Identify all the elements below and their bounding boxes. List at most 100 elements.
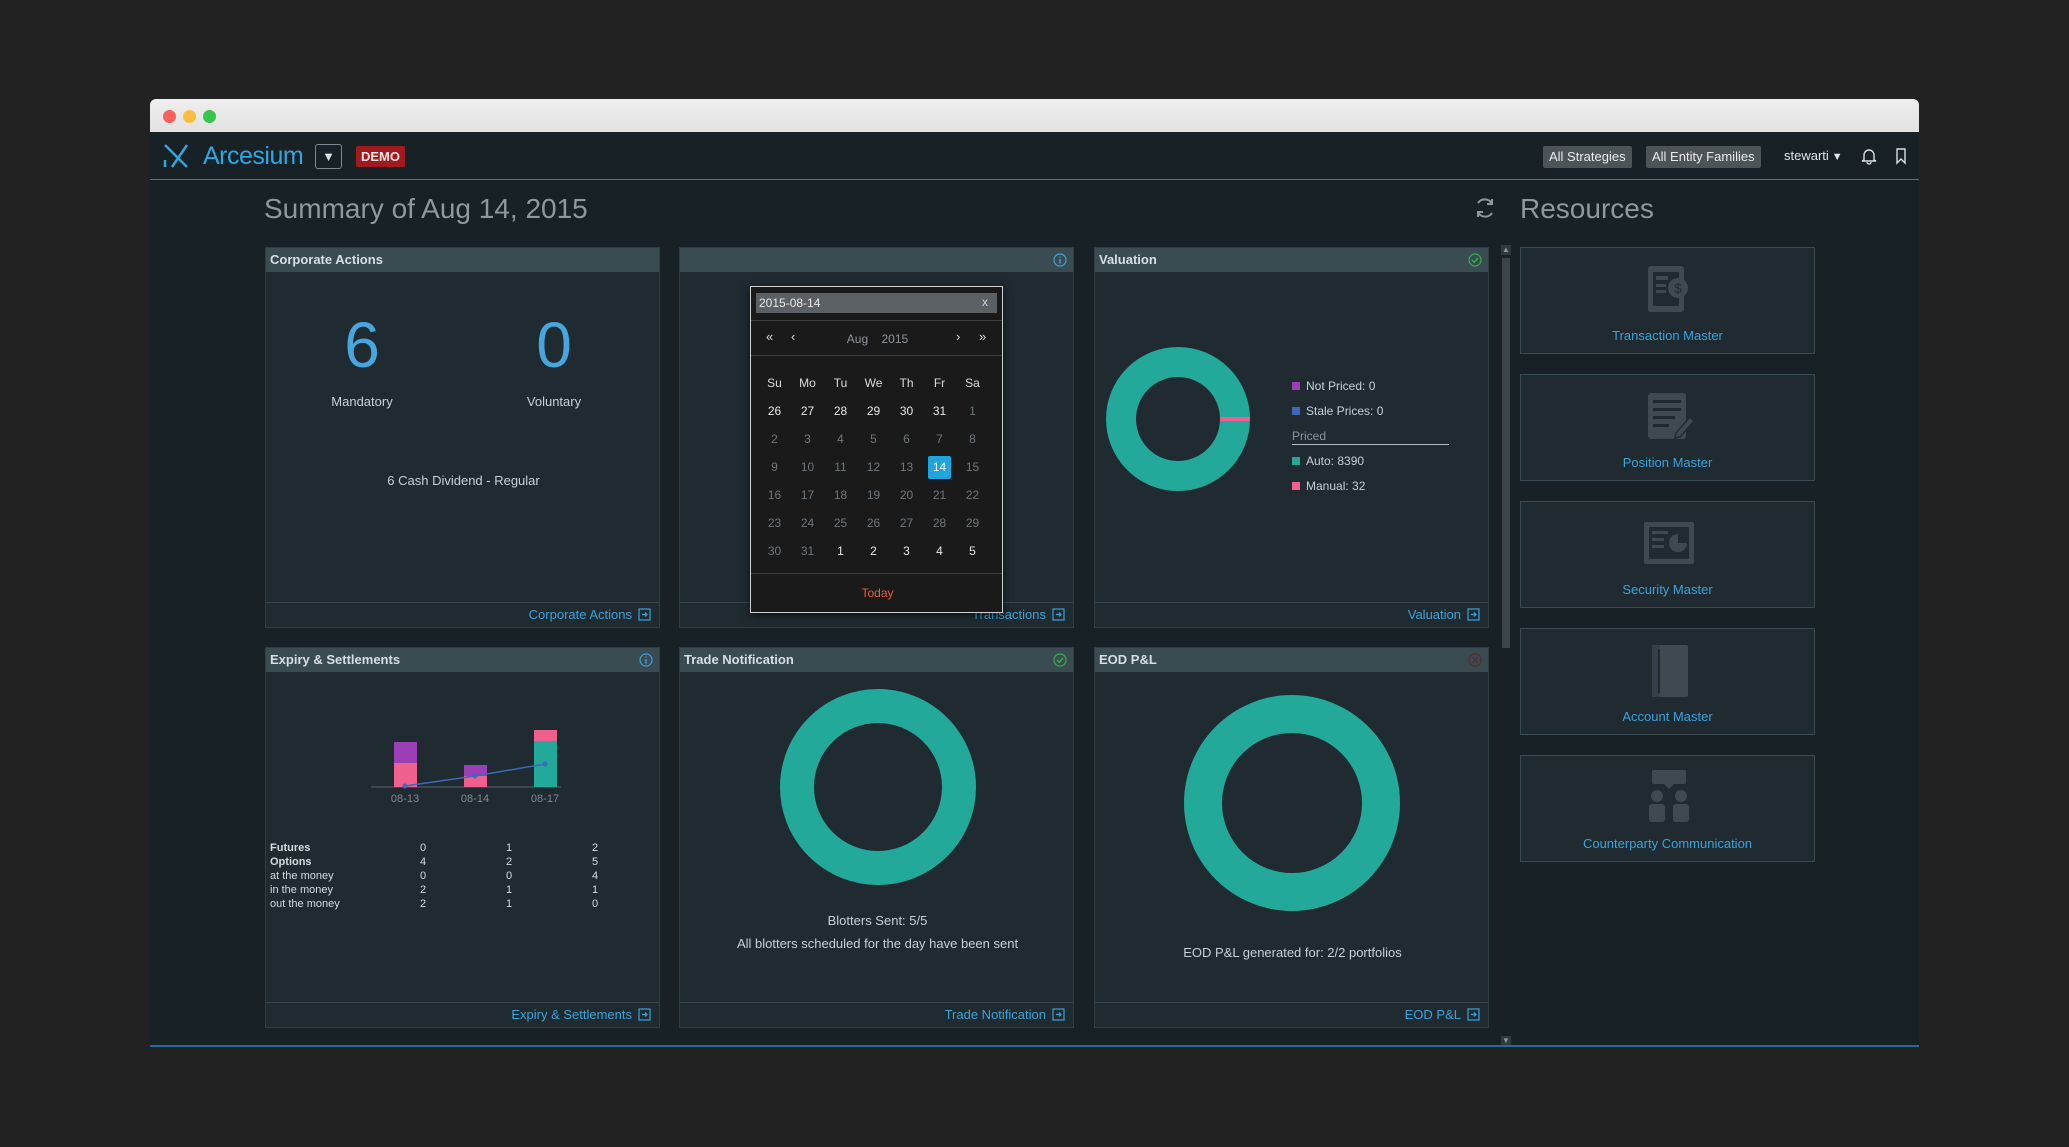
calendar-day[interactable]: 30 <box>758 537 791 565</box>
calendar-day[interactable]: 17 <box>791 481 824 509</box>
blotters-donut[interactable] <box>778 687 978 887</box>
next-year-button[interactable]: » <box>979 329 986 344</box>
calendar-day[interactable]: 24 <box>791 509 824 537</box>
bar-0813-in <box>394 763 417 787</box>
calendar-day[interactable]: 5 <box>857 425 890 453</box>
calendar-day[interactable]: 29 <box>956 509 989 537</box>
next-month-button[interactable]: › <box>956 329 960 344</box>
calendar-day[interactable]: 2 <box>857 537 890 565</box>
weekday-label: We <box>864 376 883 390</box>
calendar-day[interactable]: 15 <box>956 453 989 481</box>
eod-pnl-donut[interactable] <box>1182 693 1402 913</box>
user-menu[interactable]: stewarti ▼ <box>1784 148 1843 163</box>
calendar-day[interactable]: 20 <box>890 481 923 509</box>
page-title: Summary of Aug 14, 2015 <box>264 193 588 224</box>
window-minimize-button[interactable] <box>183 110 196 123</box>
resource-security-master[interactable]: Security Master <box>1520 501 1815 608</box>
calendar-day[interactable]: 30 <box>890 397 923 425</box>
calendar-day[interactable]: 12 <box>857 453 890 481</box>
date-clear-button[interactable]: x <box>982 295 988 309</box>
calendar-day[interactable]: 2 <box>758 425 791 453</box>
calendar-day[interactable]: 28 <box>923 509 956 537</box>
corporate-actions-panel: Corporate Actions 6 Mandatory 0 Voluntar… <box>265 247 660 628</box>
window-close-button[interactable] <box>163 110 176 123</box>
arcesium-logo-icon[interactable] <box>162 142 190 170</box>
refresh-icon[interactable] <box>1472 195 1498 221</box>
calendar-day[interactable]: 25 <box>824 509 857 537</box>
bookmark-icon[interactable] <box>1891 146 1911 166</box>
scroll-thumb[interactable] <box>1502 258 1510 648</box>
resource-counterparty-communication[interactable]: Counterparty Communication <box>1520 755 1815 862</box>
panel-header: Corporate Actions <box>266 248 659 272</box>
calendar-day[interactable]: 3 <box>791 425 824 453</box>
calendar-day-selected[interactable]: 14 <box>923 453 956 481</box>
today-button[interactable]: Today <box>751 586 1004 600</box>
corporate-actions-link[interactable]: Corporate Actions <box>529 607 651 622</box>
expiry-chart[interactable]: 08-13 08-14 08-17 <box>366 698 566 808</box>
filter-all-strategies[interactable]: All Strategies <box>1543 146 1632 168</box>
calendar-day[interactable]: 26 <box>857 509 890 537</box>
month-year-label[interactable]: Aug 2015 <box>751 332 1004 346</box>
calendar-day[interactable]: 11 <box>824 453 857 481</box>
calendar-day[interactable]: 6 <box>890 425 923 453</box>
resource-label: Account Master <box>1622 709 1713 724</box>
calendar-day[interactable]: 1 <box>956 397 989 425</box>
calendar-day[interactable]: 21 <box>923 481 956 509</box>
voluntary-count[interactable]: 0 <box>494 308 614 382</box>
calendar-day[interactable]: 10 <box>791 453 824 481</box>
weekday-header-row: Su Mo Tu We Th Fr Sa <box>758 369 989 397</box>
date-input[interactable] <box>756 293 997 313</box>
bar-0817-in <box>534 730 557 741</box>
legend-label: Auto: 8390 <box>1306 454 1365 468</box>
dashboard-scrollbar[interactable]: ▲ ▼ <box>1500 244 1512 1045</box>
calendar-day[interactable]: 4 <box>923 537 956 565</box>
calendar-day[interactable]: 26 <box>758 397 791 425</box>
calendar-day[interactable]: 3 <box>890 537 923 565</box>
filter-all-entity-families[interactable]: All Entity Families <box>1646 146 1761 168</box>
mandatory-count[interactable]: 6 <box>302 308 422 382</box>
calendar-day[interactable]: 1 <box>824 537 857 565</box>
calendar-day[interactable]: 31 <box>791 537 824 565</box>
futures-point <box>472 773 478 779</box>
scroll-up-arrow[interactable]: ▲ <box>1501 245 1511 255</box>
expiry-settlements-link[interactable]: Expiry & Settlements <box>511 1007 651 1022</box>
account-master-icon <box>1652 645 1688 697</box>
bell-icon[interactable] <box>1859 146 1879 166</box>
calendar-day[interactable]: 18 <box>824 481 857 509</box>
calendar-day[interactable]: 8 <box>956 425 989 453</box>
scroll-down-arrow[interactable]: ▼ <box>1501 1036 1511 1045</box>
app-logo-text[interactable]: Arcesium <box>203 142 304 171</box>
calendar-day[interactable]: 29 <box>857 397 890 425</box>
info-icon[interactable] <box>639 653 653 667</box>
calendar-day[interactable]: 9 <box>758 453 791 481</box>
resource-label: Security Master <box>1622 582 1713 597</box>
year-label[interactable]: 2015 <box>882 332 909 346</box>
valuation-donut[interactable] <box>1103 344 1253 494</box>
divider <box>751 320 1002 321</box>
calendar-day[interactable]: 23 <box>758 509 791 537</box>
month-label[interactable]: Aug <box>847 332 868 346</box>
eod-pnl-link[interactable]: EOD P&L <box>1405 1007 1480 1022</box>
calendar-day[interactable]: 13 <box>890 453 923 481</box>
calendar-day[interactable]: 28 <box>824 397 857 425</box>
calendar-day[interactable]: 4 <box>824 425 857 453</box>
calendar-day[interactable]: 31 <box>923 397 956 425</box>
calendar-day[interactable]: 5 <box>956 537 989 565</box>
user-menu-caret: ▼ <box>1831 151 1843 163</box>
valuation-link[interactable]: Valuation <box>1408 607 1480 622</box>
resource-transaction-master[interactable]: $ Transaction Master <box>1520 247 1815 354</box>
calendar-day[interactable]: 27 <box>791 397 824 425</box>
eod-pnl-panel: EOD P&L EOD P&L generated for: 2/2 portf… <box>1094 647 1489 1028</box>
calendar-day[interactable]: 27 <box>890 509 923 537</box>
calendar-day[interactable]: 19 <box>857 481 890 509</box>
window-zoom-button[interactable] <box>203 110 216 123</box>
calendar-day[interactable]: 16 <box>758 481 791 509</box>
weekday-label: Sa <box>965 376 980 390</box>
calendar-day[interactable]: 7 <box>923 425 956 453</box>
info-icon[interactable] <box>1053 253 1067 267</box>
resource-account-master[interactable]: Account Master <box>1520 628 1815 735</box>
calendar-day[interactable]: 22 <box>956 481 989 509</box>
trade-notification-link[interactable]: Trade Notification <box>945 1007 1065 1022</box>
resource-position-master[interactable]: Position Master <box>1520 374 1815 481</box>
app-menu-dropdown[interactable]: ▼ <box>315 144 342 169</box>
